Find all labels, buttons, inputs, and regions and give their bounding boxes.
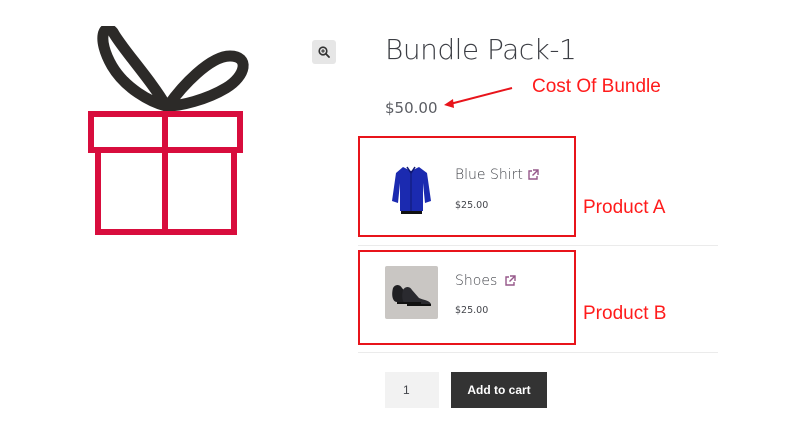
annotation-product-a-label: Product A [583, 197, 666, 218]
product-title: Bundle Pack-1 [385, 33, 577, 66]
annotation-box-product-a [358, 136, 576, 237]
zoom-button[interactable] [312, 40, 336, 64]
product-image [80, 23, 250, 241]
annotation-cost-label: Cost Of Bundle [532, 76, 661, 97]
add-to-cart-button[interactable]: Add to cart [451, 372, 547, 408]
zoom-icon [318, 46, 330, 58]
divider [358, 352, 718, 353]
gift-icon [88, 23, 249, 235]
annotation-product-b-label: Product B [583, 303, 667, 324]
annotation-arrow [444, 87, 513, 108]
annotation-box-product-b [358, 250, 576, 345]
product-price: $50.00 [385, 99, 438, 117]
divider [358, 245, 718, 246]
quantity-input[interactable] [385, 372, 439, 408]
